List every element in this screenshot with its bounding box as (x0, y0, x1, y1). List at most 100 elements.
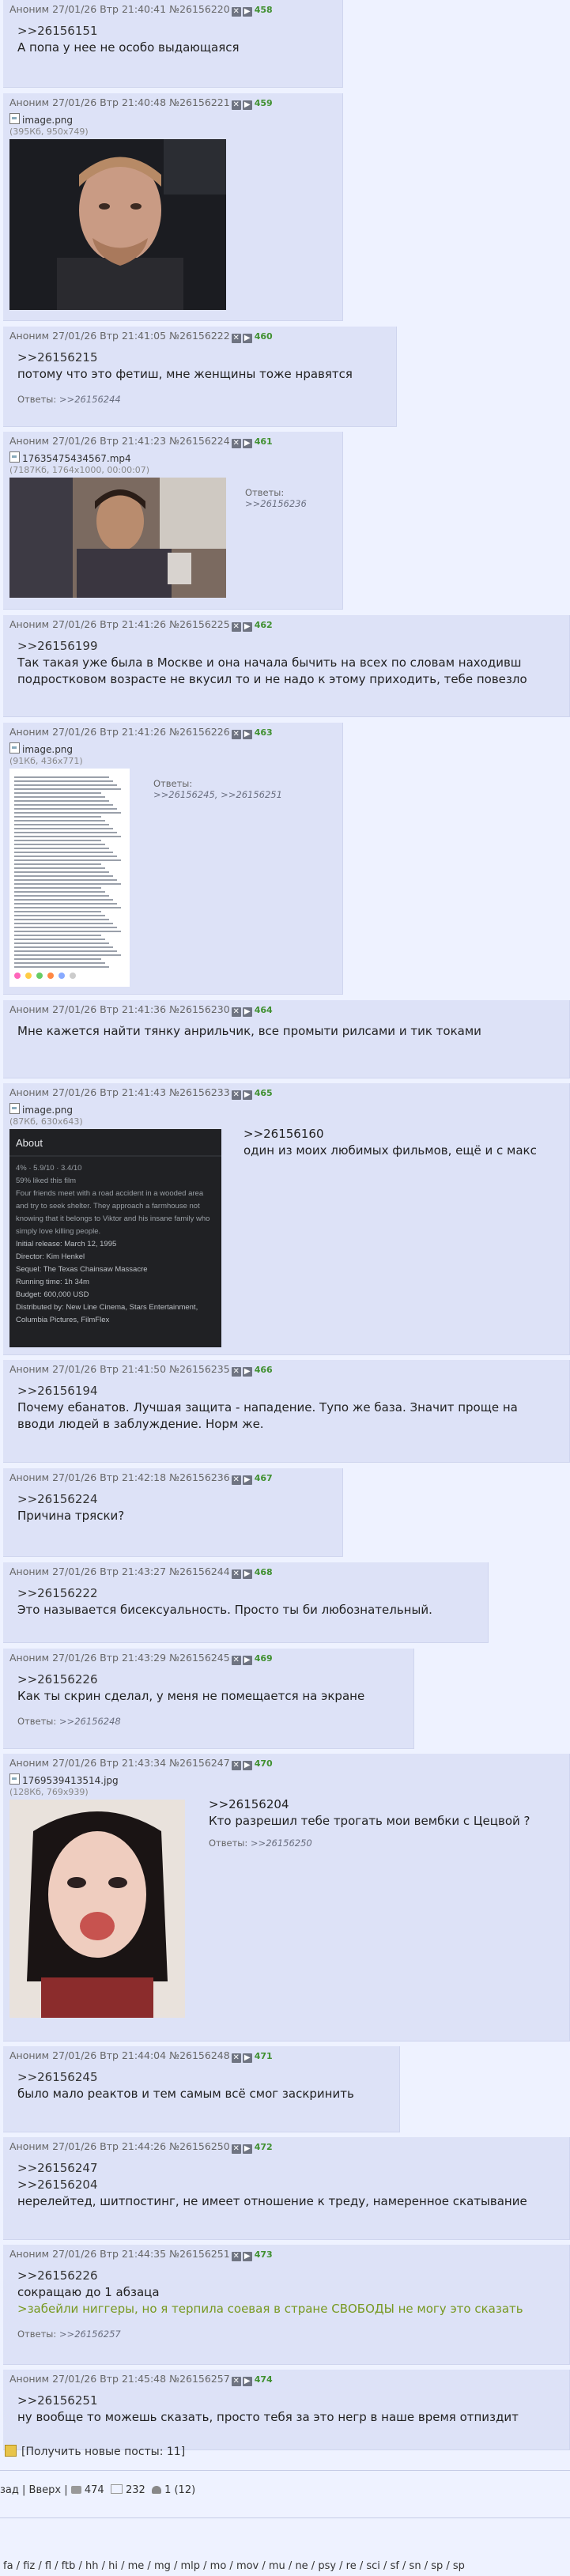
post-meta[interactable]: Аноним 27/01/26 Втр 21:41:26 №26156225 (9, 618, 230, 630)
reply-link[interactable]: >>26156226 (17, 2268, 563, 2284)
post-meta[interactable]: Аноним 27/01/26 Втр 21:44:35 №26156251 (9, 2248, 230, 2260)
file-icon (9, 451, 20, 463)
reply-link[interactable]: >>26156245 (17, 2069, 393, 2086)
hide-post-icon[interactable]: ✕ (231, 1656, 241, 1665)
hide-post-icon[interactable]: ✕ (231, 439, 241, 448)
reply-arrow-icon[interactable]: ▶ (242, 2252, 252, 2261)
hide-post-icon[interactable]: ✕ (231, 2144, 241, 2154)
refresh-icon[interactable] (5, 2445, 17, 2457)
reply-link[interactable]: >>26156226 (17, 1671, 407, 1688)
post-meta[interactable]: Аноним 27/01/26 Втр 21:44:04 №26156248 (9, 2049, 230, 2061)
reply-arrow-icon[interactable]: ▶ (242, 2144, 252, 2154)
reply-arrow-icon[interactable]: ▶ (242, 2053, 252, 2063)
post-meta[interactable]: Аноним 27/01/26 Втр 21:41:23 №26156224 (9, 435, 230, 447)
reply-arrow-icon[interactable]: ▶ (242, 1569, 252, 1579)
post-meta[interactable]: Аноним 27/01/26 Втр 21:44:26 №26156250 (9, 2140, 230, 2152)
post-header: Аноним 27/01/26 Втр 21:43:34 №26156247 ✕ ▶… (9, 1757, 563, 1770)
reply-arrow-icon[interactable]: ▶ (242, 2377, 252, 2386)
nav-up-link[interactable]: Вверх (29, 2484, 62, 2496)
post-5-thumbnail[interactable] (9, 769, 130, 987)
post-meta[interactable]: Аноним 27/01/26 Втр 21:41:05 №26156222 (9, 330, 230, 342)
hide-post-icon[interactable]: ✕ (231, 334, 241, 343)
post: Аноним 27/01/26 Втр 21:40:41 №26156220 ✕ ▶… (3, 0, 343, 88)
reply-arrow-icon[interactable]: ▶ (242, 730, 252, 739)
reply-arrow-icon[interactable]: ▶ (242, 334, 252, 343)
answer-link[interactable]: >>26156248 (59, 1716, 121, 1727)
get-new-posts-label[interactable]: [Получить новые посты: 11] (21, 2446, 185, 2458)
screenshot-line: simply love killing people. (16, 1227, 100, 1236)
post-meta[interactable]: Аноним 27/01/26 Втр 21:43:29 №26156245 (9, 1652, 230, 1664)
reply-link[interactable]: >>26156204 (209, 1796, 530, 1813)
post-header: Аноним 27/01/26 Втр 21:40:41 №26156220 ✕ ▶… (9, 3, 336, 17)
post-message: >>26156245 было мало реактов и тем самым … (9, 2069, 393, 2102)
reply-arrow-icon[interactable]: ▶ (242, 1090, 252, 1100)
post-1-thumbnail[interactable] (9, 139, 226, 310)
hide-post-icon[interactable]: ✕ (231, 7, 241, 17)
reply-link[interactable]: >>26156224 (17, 1491, 336, 1508)
post-header: Аноним 27/01/26 Втр 21:41:50 №26156235 ✕ ▶… (9, 1363, 563, 1377)
reply-arrow-icon[interactable]: ▶ (242, 1367, 252, 1377)
reply-arrow-icon[interactable]: ▶ (242, 100, 252, 110)
hide-post-icon[interactable]: ✕ (231, 2252, 241, 2261)
reply-link[interactable]: >>26156215 (17, 349, 390, 366)
answer-link[interactable]: >>26156250 (251, 1838, 312, 1849)
post-meta[interactable]: Аноним 27/01/26 Втр 21:40:48 №26156221 (9, 96, 230, 108)
reply-link[interactable]: >>26156222 (17, 1585, 481, 1602)
file-name-link[interactable]: 1769539413514.jpg (22, 1775, 119, 1786)
reply-link[interactable]: >>26156251 (17, 2393, 563, 2409)
nav-back-link[interactable]: зад (0, 2484, 19, 2496)
reply-arrow-icon[interactable]: ▶ (242, 1656, 252, 1665)
screenshot-line: Running time: 1h 34m (16, 1278, 89, 1286)
hide-post-icon[interactable]: ✕ (231, 1007, 241, 1017)
answers-label: Ответы: (245, 487, 285, 498)
reply-arrow-icon[interactable]: ▶ (242, 1007, 252, 1017)
file-name-link[interactable]: image.png (22, 115, 73, 126)
reply-link[interactable]: >>26156199 (17, 638, 563, 655)
hide-post-icon[interactable]: ✕ (231, 2053, 241, 2063)
reply-arrow-icon[interactable]: ▶ (242, 1761, 252, 1770)
answer-link[interactable]: >>26156236 (245, 498, 307, 509)
reply-arrow-icon[interactable]: ▶ (242, 439, 252, 448)
post-meta[interactable]: Аноним 27/01/26 Втр 21:41:43 №26156233 (9, 1086, 230, 1098)
post-meta[interactable]: Аноним 27/01/26 Втр 21:41:26 №26156226 (9, 726, 230, 738)
hide-post-icon[interactable]: ✕ (231, 1761, 241, 1770)
reply-link[interactable]: >>26156151 (17, 23, 336, 40)
post-meta[interactable]: Аноним 27/01/26 Втр 21:43:27 №26156244 (9, 1566, 230, 1577)
reply-arrow-icon[interactable]: ▶ (242, 7, 252, 17)
file-meta: (87Кб, 630x643) (9, 1116, 83, 1127)
reply-link[interactable]: >>26156194 (17, 1383, 563, 1399)
answer-link[interactable]: >>26156257 (59, 2329, 121, 2340)
hide-post-icon[interactable]: ✕ (231, 730, 241, 739)
post-count: 460 (254, 331, 273, 342)
post-meta[interactable]: Аноним 27/01/26 Втр 21:42:18 №26156236 (9, 1471, 230, 1483)
reply-arrow-icon[interactable]: ▶ (242, 622, 252, 632)
post-3-thumbnail[interactable] (9, 478, 226, 598)
hide-post-icon[interactable]: ✕ (231, 2377, 241, 2386)
post-7-thumbnail[interactable]: About 4% · 5.9/10 · 3.4/10 59% liked this … (9, 1129, 221, 1347)
hide-post-icon[interactable]: ✕ (231, 1090, 241, 1100)
greentext: >забейли ниггеры, но я терпила соевая в … (17, 2302, 523, 2316)
reply-link[interactable]: >>26156204 (17, 2177, 563, 2193)
hide-post-icon[interactable]: ✕ (231, 1569, 241, 1579)
hide-post-icon[interactable]: ✕ (231, 622, 241, 632)
reply-arrow-icon[interactable]: ▶ (242, 1475, 252, 1485)
post-meta[interactable]: Аноним 27/01/26 Втр 21:41:50 №26156235 (9, 1363, 230, 1375)
hide-post-icon[interactable]: ✕ (231, 1367, 241, 1377)
file-name-link[interactable]: 17635475434567.mp4 (22, 453, 131, 464)
post-meta[interactable]: Аноним 27/01/26 Втр 21:43:34 №26156247 (9, 1757, 230, 1769)
answer-link[interactable]: >>26156244 (59, 394, 121, 405)
reply-link[interactable]: >>26156247 (17, 2160, 563, 2177)
reply-link[interactable]: >>26156160 (243, 1126, 537, 1143)
post-meta[interactable]: Аноним 27/01/26 Втр 21:40:41 №26156220 (9, 3, 230, 15)
boards-list[interactable]: fa / fiz / fl / ftb / hh / hi / me / mg … (3, 2560, 465, 2572)
hide-post-icon[interactable]: ✕ (231, 1475, 241, 1485)
post-meta[interactable]: Аноним 27/01/26 Втр 21:45:48 №26156257 (9, 2373, 230, 2385)
boards-nav[interactable]: fa / fiz / fl / ftb / hh / hi / me / mg … (3, 2560, 465, 2572)
get-new-posts[interactable]: [Получить новые посты: 11] (5, 2445, 185, 2458)
answer-link[interactable]: >>26156245, >>26156251 (153, 789, 282, 800)
hide-post-icon[interactable]: ✕ (231, 100, 241, 110)
file-name-link[interactable]: image.png (22, 1105, 73, 1116)
post-meta[interactable]: Аноним 27/01/26 Втр 21:41:36 №26156230 (9, 1003, 230, 1015)
file-name-link[interactable]: image.png (22, 744, 73, 755)
post-12-thumbnail[interactable] (9, 1800, 185, 2018)
